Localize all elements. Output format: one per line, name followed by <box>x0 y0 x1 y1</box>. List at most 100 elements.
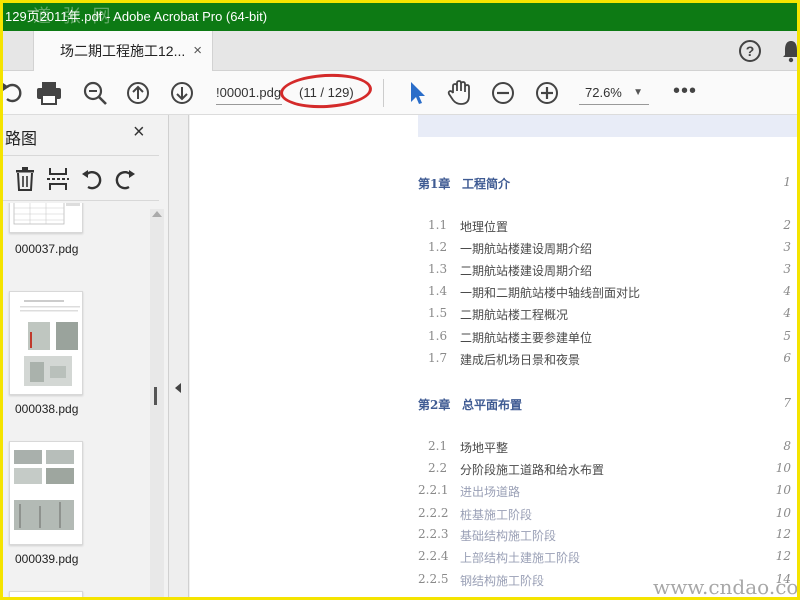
document-tab-label: 场二期工程施工12... <box>60 43 186 59</box>
toc-page-number: 12 <box>775 527 791 541</box>
toc-title: 场地平整 <box>460 441 509 455</box>
toc-title: 一期和二期航站楼中轴线剖面对比 <box>460 286 641 300</box>
toc-number: 1.5 <box>428 306 448 320</box>
toc-page-number: 8 <box>783 439 791 453</box>
zoom-plus-icon[interactable] <box>533 79 561 107</box>
pane-toolbar <box>3 155 159 201</box>
toc-number: 第2章 <box>418 398 451 412</box>
toc-number: 2.1 <box>428 439 448 453</box>
toc-title: 桩基施工阶段 <box>460 508 533 522</box>
document-view[interactable]: 第1章 工程简介 1 1.1 地理位置 2 1.2 一期航站楼建设周期介绍 3 1.3 二期航站楼建… <box>190 115 797 597</box>
thumbnail-image <box>14 450 74 530</box>
help-icon[interactable]: ? <box>739 40 761 62</box>
title-bar: 129页2011年.pdf - Adobe Acrobat Pro (64-bi… <box>3 3 797 31</box>
zoom-select[interactable]: 72.6% ▼ <box>579 81 649 105</box>
toc-number: 2.2 <box>428 461 448 475</box>
toc-number: 1.3 <box>428 262 448 276</box>
toc-title: 二期航站楼建设周期介绍 <box>460 264 593 278</box>
toc-number: 2.2.4 <box>418 549 449 563</box>
toc-page-number: 2 <box>783 218 791 232</box>
app-window: 129页2011年.pdf - Adobe Acrobat Pro (64-bi… <box>0 0 800 600</box>
bell-icon[interactable] <box>781 39 800 63</box>
toc-page-number: 12 <box>775 549 791 563</box>
thumbnail-image <box>20 300 80 386</box>
toc-page-number: 4 <box>783 284 791 298</box>
toc-title: 二期航站楼主要参建单位 <box>460 331 593 345</box>
more-options-icon[interactable]: ••• <box>673 81 697 101</box>
toc-page-number: 6 <box>783 351 791 365</box>
rotate-right-icon[interactable] <box>113 166 137 192</box>
toc-title: 分阶段施工道路和给水布置 <box>460 463 605 477</box>
page-number-input[interactable]: !00001.pdg <box>216 81 282 105</box>
scroll-up-icon[interactable] <box>152 211 162 217</box>
toc-number: 1.4 <box>428 284 448 298</box>
zoom-out-search-icon[interactable] <box>81 79 109 107</box>
thumbnail-list: 000037.pdg 000038.pdg 000039.pdg <box>3 203 149 597</box>
collapse-pane-icon[interactable] <box>175 383 181 393</box>
rotate-left-icon[interactable] <box>80 166 104 192</box>
toc-page-number: 4 <box>783 306 791 320</box>
toc-number: 1.2 <box>428 240 448 254</box>
thumbnail-page[interactable] <box>9 291 83 395</box>
toc-page-number: 1 <box>783 175 791 189</box>
prev-page-icon[interactable] <box>124 79 152 107</box>
annotation-circle <box>279 71 373 111</box>
toc-title: 上部结构土建施工阶段 <box>460 551 581 565</box>
crop-icon[interactable] <box>46 166 70 192</box>
thumbnail-page[interactable] <box>9 591 83 597</box>
table-of-contents: 第1章 工程简介 1 1.1 地理位置 2 1.2 一期航站楼建设周期介绍 3 1.3 二期航站楼建… <box>190 115 797 597</box>
toc-title: 二期航站楼工程概况 <box>460 308 569 322</box>
toc-number: 1.6 <box>428 329 448 343</box>
thumbnails-pane: 路图 × 000037.pdg 000038.pdg 000039.pdg <box>3 115 169 597</box>
scroll-thumb[interactable] <box>154 387 157 405</box>
delete-icon[interactable] <box>13 166 37 192</box>
toc-title: 地理位置 <box>460 220 509 234</box>
toc-title: 一期航站楼建设周期介绍 <box>460 242 593 256</box>
next-page-icon[interactable] <box>168 79 196 107</box>
close-pane-icon[interactable]: × <box>133 121 145 144</box>
toc-page-number: 10 <box>775 461 791 475</box>
select-cursor-icon[interactable] <box>403 79 431 107</box>
toolbar-separator <box>383 79 384 107</box>
toc-number: 第1章 <box>418 177 451 191</box>
document-tab[interactable]: 场二期工程施工12... × <box>33 31 213 71</box>
chevron-down-icon: ▼ <box>633 87 643 98</box>
thumbnail-page[interactable] <box>9 441 83 545</box>
toc-number: 2.2.3 <box>418 527 449 541</box>
toc-number: 2.3 <box>428 595 447 597</box>
pane-title: 路图 <box>5 131 38 148</box>
site-watermark: www.cndao.com <box>653 575 799 599</box>
thumbnail-label: 000037.pdg <box>15 242 79 256</box>
toc-page-number: 10 <box>775 483 791 497</box>
toc-number: 2.2.2 <box>418 506 449 520</box>
zoom-minus-icon[interactable] <box>489 79 517 107</box>
thumbnail-label: 000038.pdg <box>15 402 79 416</box>
toc-number: 2.2.1 <box>418 483 449 497</box>
toc-page-number: 5 <box>783 329 791 343</box>
toc-title: 总平面布置 <box>462 398 523 412</box>
toc-page-number: 3 <box>783 262 791 276</box>
toc-title: 施工道路和永久道路的转换 <box>460 595 604 597</box>
toc-title: 钢结构施工阶段 <box>460 574 545 588</box>
toc-title: 工程简介 <box>462 177 511 191</box>
pane-splitter[interactable] <box>169 115 189 597</box>
print-icon[interactable] <box>35 79 63 107</box>
thumbnail-image <box>13 203 80 225</box>
back-icon[interactable] <box>0 79 25 107</box>
toc-title: 基础结构施工阶段 <box>460 529 557 543</box>
toc-page-number: 10 <box>775 506 791 520</box>
thumbnail-scrollbar[interactable] <box>150 209 164 597</box>
tab-bar: 场二期工程施工12... × ? <box>3 31 800 71</box>
toc-title: 进出场道路 <box>460 485 521 499</box>
toc-number: 1.7 <box>428 351 448 365</box>
toc-page-number: 7 <box>783 396 791 410</box>
main-toolbar: !00001.pdg (11 / 129) 72.6% ▼ ••• <box>0 71 797 115</box>
toc-page-number: 3 <box>783 240 791 254</box>
close-tab-icon[interactable]: × <box>193 31 202 71</box>
toc-title: 建成后机场日景和夜景 <box>460 353 581 367</box>
thumbnail-label: 000039.pdg <box>15 552 79 566</box>
toc-number: 1.1 <box>428 218 448 232</box>
title-watermark: 道 张 网 <box>33 6 114 27</box>
thumbnail-page[interactable] <box>9 203 83 233</box>
hand-tool-icon[interactable] <box>445 79 473 107</box>
